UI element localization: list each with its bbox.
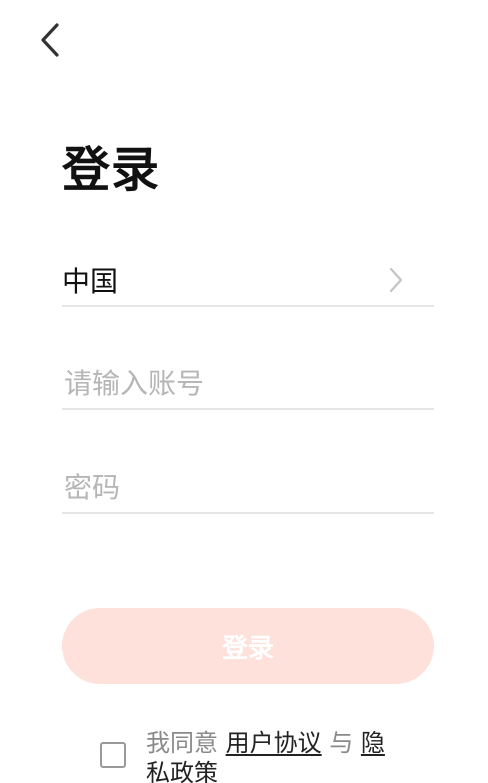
account-field-row: [62, 358, 434, 410]
region-label: 中国: [62, 265, 119, 298]
agreement-text: 我同意 用户协议 与 隐私政策: [146, 728, 396, 783]
user-agreement-link[interactable]: 用户协议: [226, 729, 322, 757]
agreement-prefix: 我同意: [146, 729, 226, 757]
back-button[interactable]: [30, 20, 70, 60]
page-title: 登录: [62, 142, 161, 198]
region-selector[interactable]: 中国: [62, 255, 434, 307]
login-screen: 登录 中国 登录 我同意 用户协议 与 隐私政策: [0, 0, 488, 783]
agreement-checkbox[interactable]: [100, 742, 126, 768]
agreement-row: 我同意 用户协议 与 隐私政策: [100, 728, 420, 783]
chevron-left-icon: [41, 23, 59, 57]
password-input[interactable]: [62, 470, 434, 504]
chevron-right-icon: [389, 267, 403, 293]
agreement-joiner: 与: [321, 729, 361, 757]
login-button[interactable]: 登录: [62, 608, 434, 684]
account-input[interactable]: [62, 366, 434, 400]
password-field-row: [62, 462, 434, 514]
